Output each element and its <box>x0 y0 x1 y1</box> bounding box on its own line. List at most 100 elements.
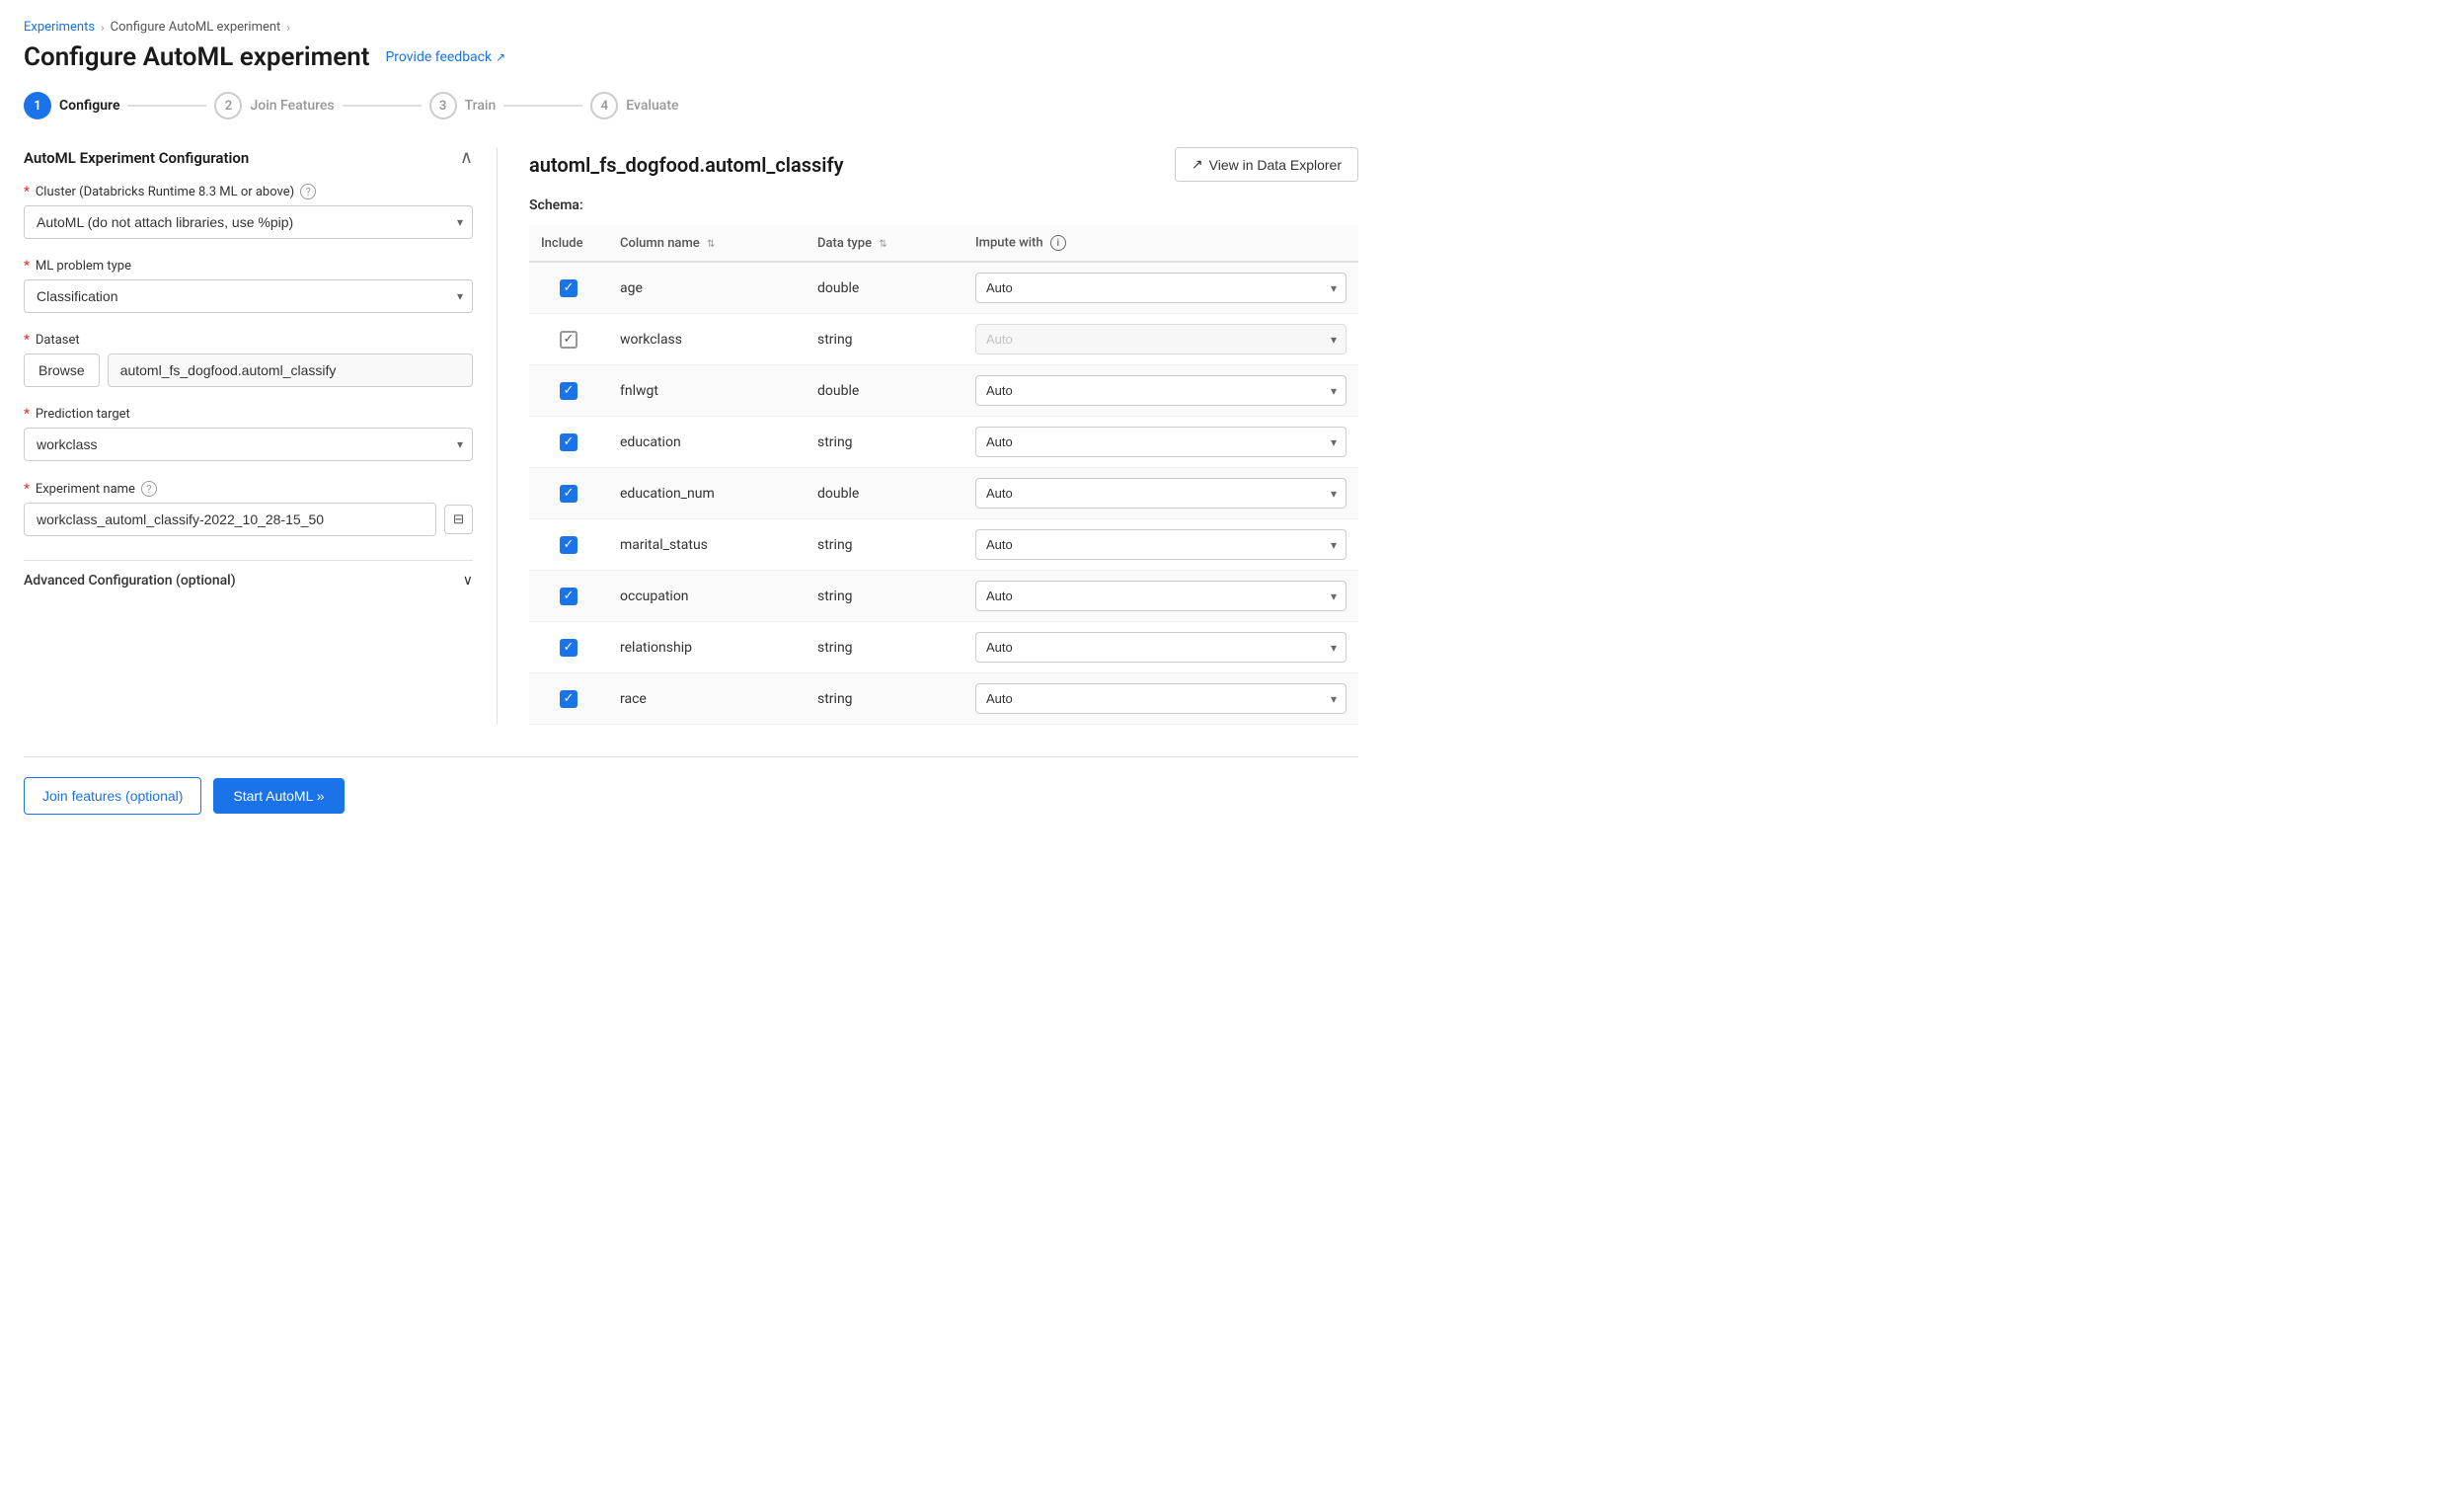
experiment-edit-button[interactable]: ⊟ <box>444 505 473 534</box>
step-1-circle: 1 <box>24 92 51 119</box>
checkbox-checked[interactable]: ✓ <box>560 485 578 503</box>
checkbox-checked[interactable]: ✓ <box>560 588 578 605</box>
include-cell: ✓ <box>529 571 608 622</box>
data-type-sort-icon: ⇅ <box>879 239 886 250</box>
table-row: ✓ racestringAuto▾ <box>529 673 1358 725</box>
data-type-cell: string <box>806 571 963 622</box>
right-panel: automl_fs_dogfood.automl_classify ↗ View… <box>498 147 1358 725</box>
external-link-icon: ↗ <box>496 50 505 64</box>
include-cell: ✓ <box>529 365 608 417</box>
advanced-section: Advanced Configuration (optional) ∨ <box>24 560 473 600</box>
data-type-cell: string <box>806 417 963 468</box>
column-name-cell: relationship <box>608 622 806 673</box>
cluster-help-icon[interactable]: ? <box>300 184 316 199</box>
join-features-button[interactable]: Join features (optional) <box>24 777 201 815</box>
edit-icon: ⊟ <box>453 511 464 526</box>
breadcrumb-sep-2: › <box>286 21 290 35</box>
cluster-select-wrapper: AutoML (do not attach libraries, use %pi… <box>24 205 473 239</box>
column-name-cell: marital_status <box>608 519 806 571</box>
prediction-label: * Prediction target <box>24 407 473 422</box>
main-layout: AutoML Experiment Configuration ∧ * Clus… <box>24 147 1358 725</box>
experiment-name-input[interactable] <box>24 503 436 536</box>
impute-select[interactable]: Auto <box>975 581 1347 611</box>
col-header-column-name[interactable]: Column name ⇅ <box>608 225 806 262</box>
impute-cell: Auto▾ <box>963 262 1358 314</box>
checkbox-checked[interactable]: ✓ <box>560 536 578 554</box>
dataset-label: * Dataset <box>24 333 473 348</box>
checkbox-checked[interactable]: ✓ <box>560 690 578 708</box>
impute-select[interactable]: Auto <box>975 324 1347 354</box>
col-header-data-type[interactable]: Data type ⇅ <box>806 225 963 262</box>
include-cell: ✓ <box>529 417 608 468</box>
step-2-label: Join Features <box>250 98 334 114</box>
impute-select[interactable]: Auto <box>975 478 1347 509</box>
cluster-label: * Cluster (Databricks Runtime 8.3 ML or … <box>24 184 473 199</box>
column-name-cell: workclass <box>608 314 806 365</box>
step-3-label: Train <box>465 98 497 114</box>
section-title: AutoML Experiment Configuration <box>24 149 249 167</box>
prediction-select[interactable]: workclass <box>24 428 473 461</box>
table-header-row: automl_fs_dogfood.automl_classify ↗ View… <box>529 147 1358 182</box>
checkbox-unchecked[interactable]: ✓ <box>560 331 578 349</box>
impute-select[interactable]: Auto <box>975 529 1347 560</box>
dataset-row: Browse <box>24 354 473 387</box>
checkbox-checked[interactable]: ✓ <box>560 382 578 400</box>
start-automl-button[interactable]: Start AutoML » <box>213 778 344 814</box>
breadcrumb: Experiments › Configure AutoML experimen… <box>24 20 1358 35</box>
col-header-impute: Impute with i <box>963 225 1358 262</box>
impute-select[interactable]: Auto <box>975 273 1347 303</box>
ml-problem-label: * ML problem type <box>24 259 473 274</box>
advanced-label: Advanced Configuration (optional) <box>24 573 236 589</box>
experiment-name-row: ⊟ <box>24 503 473 536</box>
breadcrumb-current: Configure AutoML experiment <box>111 20 281 35</box>
view-explorer-button[interactable]: ↗ View in Data Explorer <box>1175 147 1358 182</box>
include-cell: ✓ <box>529 519 608 571</box>
column-name-cell: education_num <box>608 468 806 519</box>
checkbox-checked[interactable]: ✓ <box>560 639 578 657</box>
join-features-label: Join features (optional) <box>42 788 183 804</box>
step-connector-2 <box>343 105 422 107</box>
data-type-cell: double <box>806 262 963 314</box>
step-configure[interactable]: 1 Configure <box>24 92 119 119</box>
section-header: AutoML Experiment Configuration ∧ <box>24 147 473 168</box>
step-train[interactable]: 3 Train <box>429 92 497 119</box>
collapse-icon[interactable]: ∧ <box>460 147 473 168</box>
step-evaluate[interactable]: 4 Evaluate <box>590 92 678 119</box>
table-row: ✓marital_statusstringAuto▾ <box>529 519 1358 571</box>
impute-select[interactable]: Auto <box>975 375 1347 406</box>
impute-select[interactable]: Auto <box>975 683 1347 714</box>
impute-info-icon[interactable]: i <box>1050 235 1066 251</box>
step-4-label: Evaluate <box>626 98 678 114</box>
include-cell: ✓ <box>529 622 608 673</box>
impute-select[interactable]: Auto <box>975 427 1347 457</box>
step-join-features[interactable]: 2 Join Features <box>214 92 334 119</box>
checkbox-checked[interactable]: ✓ <box>560 433 578 451</box>
feedback-link[interactable]: Provide feedback ↗ <box>385 49 505 65</box>
impute-select[interactable]: Auto <box>975 632 1347 663</box>
column-name-cell: race <box>608 673 806 725</box>
step-3-circle: 3 <box>429 92 457 119</box>
prediction-form-group: * Prediction target workclass ▾ <box>24 407 473 461</box>
column-name-cell: education <box>608 417 806 468</box>
impute-cell: Auto▾ <box>963 673 1358 725</box>
cluster-select[interactable]: AutoML (do not attach libraries, use %pi… <box>24 205 473 239</box>
experiment-help-icon[interactable]: ? <box>141 481 157 497</box>
data-type-cell: string <box>806 622 963 673</box>
external-icon: ↗ <box>1192 156 1203 173</box>
ml-problem-select[interactable]: Classification Regression Forecasting <box>24 279 473 313</box>
advanced-header[interactable]: Advanced Configuration (optional) ∨ <box>24 560 473 600</box>
schema-table: Include Column name ⇅ Data type ⇅ Impute… <box>529 225 1358 725</box>
breadcrumb-experiments[interactable]: Experiments <box>24 20 95 35</box>
checkbox-checked[interactable]: ✓ <box>560 279 578 297</box>
table-row: ✓ education_numdoubleAuto▾ <box>529 468 1358 519</box>
browse-button[interactable]: Browse <box>24 354 100 387</box>
table-row: ✓workclassstringAuto▾ <box>529 314 1358 365</box>
step-connector-1 <box>127 105 206 107</box>
include-cell: ✓ <box>529 262 608 314</box>
dataset-input[interactable] <box>108 354 473 387</box>
data-type-cell: string <box>806 673 963 725</box>
data-type-cell: double <box>806 468 963 519</box>
impute-cell: Auto▾ <box>963 468 1358 519</box>
ml-problem-select-wrapper: Classification Regression Forecasting ▾ <box>24 279 473 313</box>
column-name-cell: fnlwgt <box>608 365 806 417</box>
